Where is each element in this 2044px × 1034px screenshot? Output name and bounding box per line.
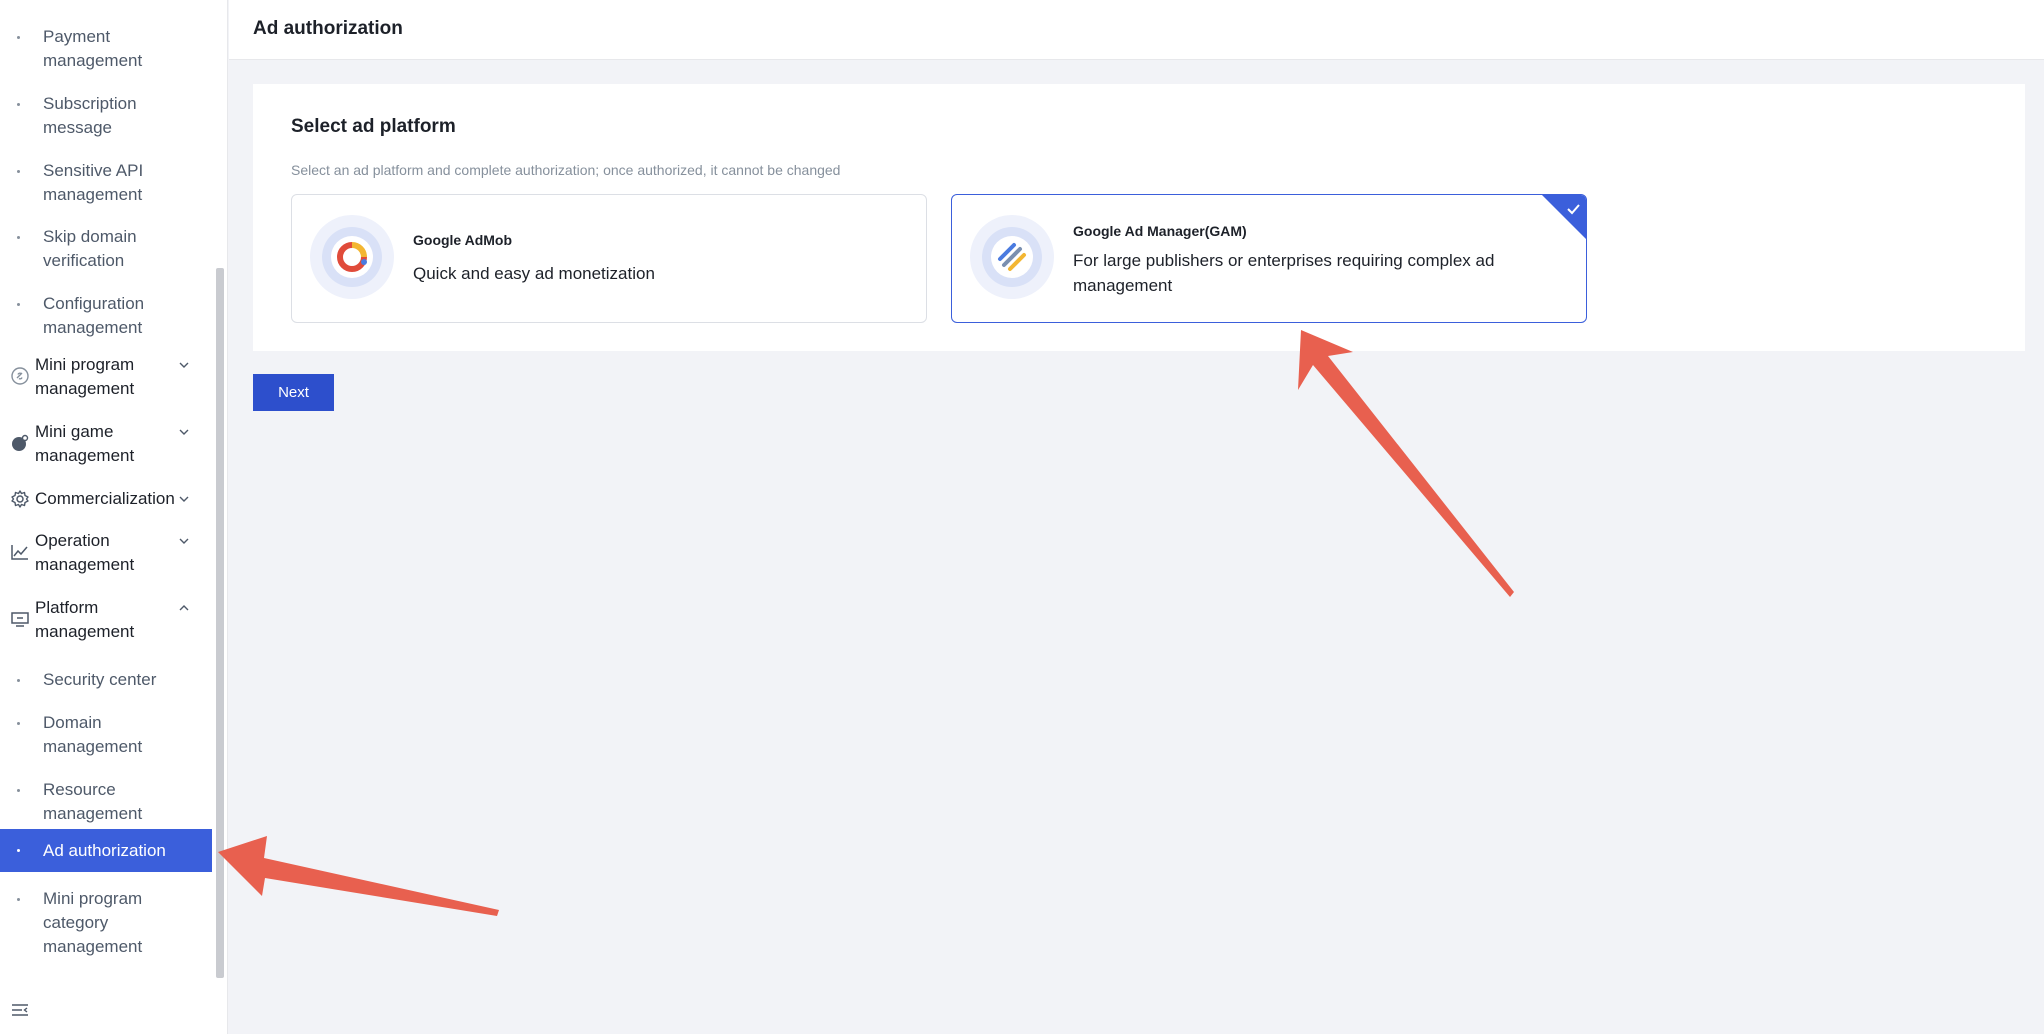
sidebar-item-label: Sensitive API management [43,161,144,204]
sidebar-item-skip-domain-verification[interactable]: Skip domain verification [0,220,212,273]
bullet-icon [17,36,20,39]
sidebar-item-security-center[interactable]: Security center [0,663,212,692]
sidebar-group-mini-program-management[interactable]: Mini program management [0,353,212,401]
sidebar-group-label: Mini program management [35,355,135,398]
sidebar-item-label: Subscription message [43,94,137,137]
annotation-arrow-icon [1298,330,1514,597]
link-icon [11,367,29,385]
sidebar-item-label: Domain management [43,713,143,756]
chevron-down-icon [179,496,189,502]
sidebar-item-payment-management[interactable]: Payment management [0,20,212,73]
platform-description: Quick and easy ad monetization [413,264,655,283]
chevron-up-icon [179,605,189,611]
game-icon [12,434,29,451]
chevron-down-icon [179,429,189,435]
sidebar-item-domain-management[interactable]: Domain management [0,706,212,759]
sidebar-group-mini-game-management[interactable]: Mini game management [0,420,212,468]
sidebar-item-label: Ad authorization [43,841,166,860]
next-button[interactable]: Next [253,374,334,411]
platform-name: Google Ad Manager(GAM) [1073,223,1247,239]
sidebar-group-commercialization[interactable]: Commercialization [0,487,212,511]
sidebar-item-label: Payment management [43,27,143,70]
admob-logo-icon [310,215,394,299]
sidebar-item-label: Configuration management [43,294,145,337]
bullet-icon [17,898,20,901]
sidebar-group-label: Platform management [35,598,135,641]
bullet-icon [17,722,20,725]
sidebar-group-operation-management[interactable]: Operation management [0,529,212,577]
sidebar-group-platform-management[interactable]: Platform management [0,596,212,644]
sidebar-group-label: Mini game management [35,422,135,465]
sidebar-item-label: Mini program category management [43,889,143,956]
sidebar-item-configuration-management[interactable]: Configuration management [0,287,212,340]
bullet-icon [17,849,20,852]
sidebar-item-sensitive-api-management[interactable]: Sensitive API management [0,154,212,207]
bullet-icon [17,789,20,792]
sidebar-item-label: Security center [43,670,157,689]
sidebar-item-resource-management[interactable]: Resource management [0,773,212,826]
collapse-menu-icon[interactable] [10,1001,30,1019]
bullet-icon [17,170,20,173]
sidebar-item-label: Resource management [43,780,143,823]
ad-platform-panel: Select ad platform Select an ad platform… [253,84,2025,351]
page-title: Ad authorization [253,18,403,39]
chevron-down-icon [179,538,189,544]
sidebar-item-label: Skip domain verification [43,227,137,270]
gam-logo-icon [970,215,1054,299]
platform-card-admob[interactable]: Google AdMob Quick and easy ad monetizat… [291,194,927,323]
platform-card-gam[interactable]: Google Ad Manager(GAM) For large publish… [951,194,1587,323]
bullet-icon [17,303,20,306]
section-title: Select ad platform [291,116,456,137]
chart-icon [11,545,28,560]
sidebar-item-ad-authorization[interactable]: Ad authorization [0,829,212,872]
sidebar-group-label: Commercialization [35,489,175,508]
bullet-icon [17,103,20,106]
bullet-icon [17,236,20,239]
section-description: Select an ad platform and complete autho… [291,162,841,178]
platform-name: Google AdMob [413,232,513,248]
gear-icon [11,490,29,508]
sidebar-scrollbar[interactable] [216,268,224,978]
header: Ad authorization [229,0,2044,60]
bullet-icon [17,679,20,682]
selected-check-icon [1542,195,1586,239]
sidebar-item-subscription-message[interactable]: Subscription message [0,87,212,140]
monitor-icon [11,612,29,627]
sidebar: Payment management Subscription message … [0,0,228,1034]
annotation-arrow-icon [218,836,499,916]
sidebar-item-mini-program-category-management[interactable]: Mini program category management [0,882,212,959]
platform-description: For large publishers or enterprises requ… [1073,251,1495,295]
sidebar-group-label: Operation management [35,531,135,574]
chevron-down-icon [179,362,189,368]
